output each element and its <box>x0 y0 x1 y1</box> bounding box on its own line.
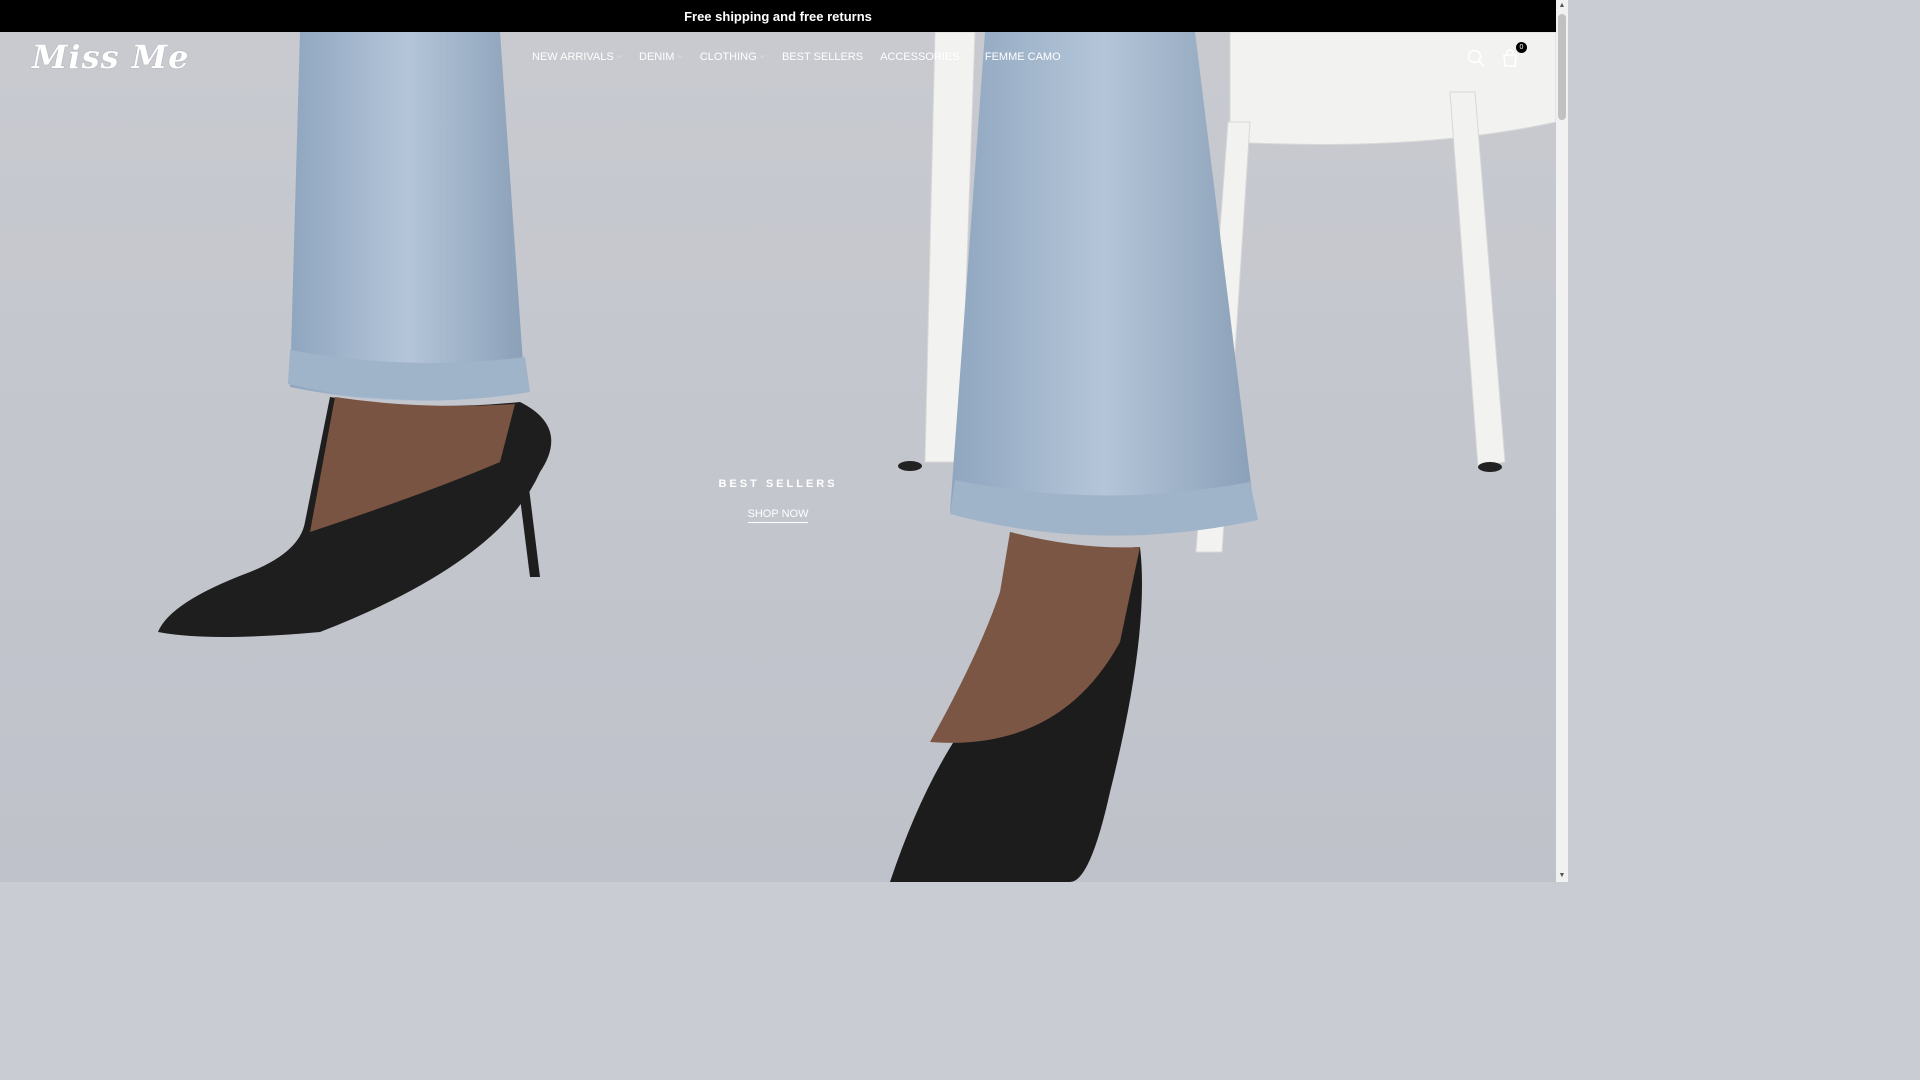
hero-banner[interactable]: BEST SELLERS SHOP NOW <box>0 32 1556 882</box>
scroll-down-icon[interactable]: ▼ <box>1556 870 1568 882</box>
brand-logo[interactable]: Miss Me <box>32 38 190 76</box>
nav-item-denim[interactable]: DENIM ⌵ <box>639 51 683 63</box>
nav-item-clothing[interactable]: CLOTHING ⌵ <box>700 51 765 63</box>
header-actions: 0 <box>1466 42 1527 68</box>
chevron-down-icon: ⌵ <box>677 53 683 60</box>
shop-now-link[interactable]: SHOP NOW <box>747 508 809 523</box>
nav-item-label: ACCESSORIES <box>880 51 960 63</box>
nav-item-label: NEW ARRIVALS <box>532 51 614 63</box>
announcement-bar: Free shipping and free returns <box>0 0 1556 32</box>
hero-heading: BEST SELLERS <box>718 478 838 490</box>
nav-item-label: FEMME CAMO <box>984 51 1061 63</box>
shopping-bag-icon[interactable]: 0 <box>1500 42 1527 68</box>
nav-item-best-sellers[interactable]: BEST SELLERS <box>782 51 863 63</box>
main-nav: NEW ARRIVALS ⌵ DENIM ⌵ CLOTHING ⌵ BEST S… <box>532 51 1078 63</box>
scroll-up-icon[interactable]: ▲ <box>1556 0 1568 12</box>
nav-item-new-arrivals[interactable]: NEW ARRIVALS ⌵ <box>532 51 622 63</box>
search-icon[interactable] <box>1466 48 1486 68</box>
site-header: Miss Me NEW ARRIVALS ⌵ DENIM ⌵ CLOTHING … <box>0 32 1556 84</box>
scrollbar-thumb[interactable] <box>1558 14 1566 120</box>
hero-copy: BEST SELLERS SHOP NOW <box>0 478 1556 523</box>
hero-image <box>0 32 1556 882</box>
nav-item-label: CLOTHING <box>699 51 757 63</box>
chevron-down-icon: ⌵ <box>759 53 765 60</box>
nav-item-label: BEST SELLERS <box>781 51 864 63</box>
chevron-down-icon: ⌵ <box>616 53 623 60</box>
chevron-down-icon: ⌵ <box>962 53 968 60</box>
nav-item-accessories[interactable]: ACCESSORIES ⌵ <box>880 51 968 63</box>
page-scrollbar[interactable]: ▲ ▼ <box>1556 0 1568 882</box>
cart-count-badge: 0 <box>1516 42 1527 53</box>
announcement-text: Free shipping and free returns <box>684 8 872 24</box>
nav-item-label: DENIM <box>639 51 675 63</box>
nav-item-femme-camo[interactable]: FEMME CAMO <box>985 51 1061 63</box>
